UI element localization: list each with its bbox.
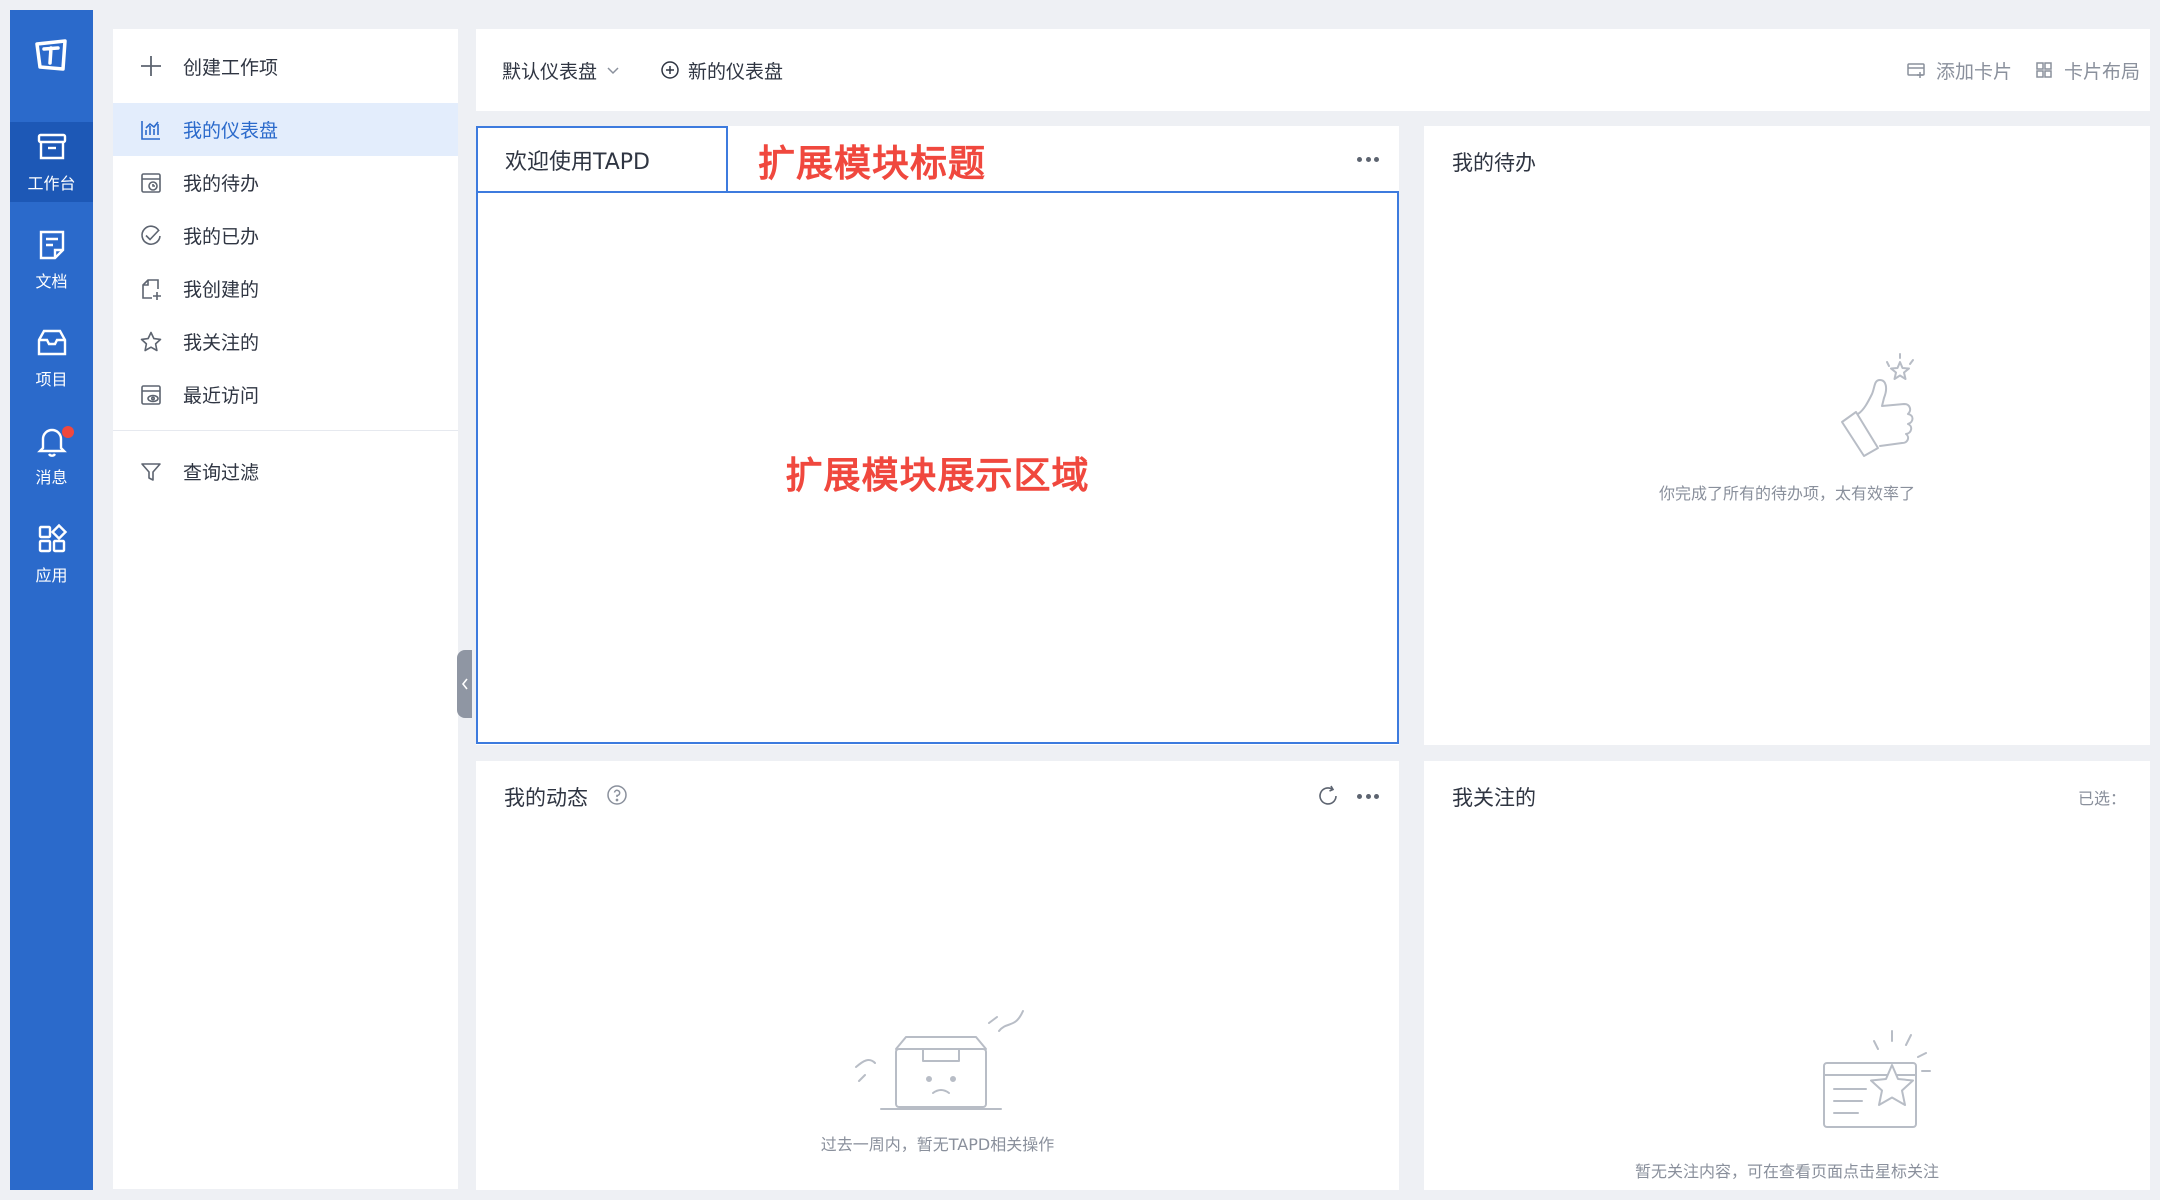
sidebar-item-recent[interactable]: 最近访问 bbox=[113, 368, 458, 421]
activity-card: 我的动态 过去一周内，暂无TAPD相关操作 bbox=[476, 761, 1399, 1190]
todo-card: 我的待办 你完成了所有的待办项，太有效率了 bbox=[1424, 126, 2150, 745]
extension-module-area-label: 扩展模块展示区域 bbox=[785, 454, 1090, 497]
plus-icon bbox=[141, 56, 161, 76]
primary-nav-rail: 工作台 文档 项目 消息 应用 bbox=[10, 10, 93, 1190]
sidebar-item-my-dashboard[interactable]: 我的仪表盘 bbox=[113, 103, 458, 156]
activity-empty-text: 过去一周内，暂无TAPD相关操作 bbox=[820, 1135, 1055, 1154]
create-workitem-label: 创建工作项 bbox=[183, 56, 279, 79]
star-board-illustration bbox=[1823, 1030, 1931, 1128]
sidebar-item-my-todo[interactable]: 我的待办 bbox=[113, 156, 458, 209]
tapd-logo-icon[interactable] bbox=[32, 36, 70, 74]
sidebar-collapse-handle[interactable] bbox=[457, 650, 472, 718]
sidebar-item-label: 查询过滤 bbox=[183, 462, 260, 484]
extension-module-area: 扩展模块展示区域 bbox=[476, 191, 1399, 744]
help-icon[interactable] bbox=[606, 784, 628, 806]
rail-label-workbench: 工作台 bbox=[27, 174, 76, 193]
card-layout-label: 卡片布局 bbox=[2064, 60, 2141, 83]
dashboard-toolbar: 默认仪表盘 新的仪表盘 添加卡片 卡片布局 bbox=[476, 29, 2150, 111]
dashboard-select-label: 默认仪表盘 bbox=[502, 60, 598, 83]
welcome-tab[interactable]: 欢迎使用TAPD bbox=[476, 126, 728, 192]
sidebar-item-query-filter[interactable]: 查询过滤 bbox=[113, 445, 458, 498]
refresh-icon[interactable] bbox=[1316, 784, 1340, 808]
new-dashboard-button[interactable]: 新的仪表盘 bbox=[660, 29, 783, 111]
created-icon bbox=[142, 278, 161, 300]
rail-item-projects[interactable]: 项目 bbox=[10, 318, 93, 398]
recent-icon bbox=[141, 384, 161, 405]
apps-icon bbox=[38, 523, 67, 553]
todo-card-title: 我的待办 bbox=[1452, 151, 1536, 175]
rail-label-docs: 文档 bbox=[35, 272, 68, 291]
layout-grid-icon bbox=[2036, 62, 2052, 78]
add-card-icon bbox=[1907, 63, 1925, 78]
sidebar-divider bbox=[113, 430, 458, 431]
todo-empty-text: 你完成了所有的待办项，太有效率了 bbox=[1658, 484, 1915, 503]
sidebar-item-my-done[interactable]: 我的已办 bbox=[113, 209, 458, 262]
activity-card-title: 我的动态 bbox=[504, 786, 588, 810]
chevron-down-icon bbox=[607, 67, 619, 75]
sidebar-item-label: 我关注的 bbox=[183, 332, 260, 354]
sidebar-item-label: 我的已办 bbox=[183, 226, 260, 248]
rail-item-workbench[interactable]: 工作台 bbox=[10, 122, 93, 202]
empty-box-illustration bbox=[855, 1010, 1024, 1110]
notification-dot bbox=[62, 426, 74, 438]
rail-label-messages: 消息 bbox=[35, 468, 68, 487]
add-card-button[interactable]: 添加卡片 bbox=[1906, 29, 2012, 111]
document-icon bbox=[39, 230, 64, 260]
rail-item-docs[interactable]: 文档 bbox=[10, 220, 93, 300]
welcome-tab-label: 欢迎使用TAPD bbox=[505, 150, 650, 175]
plus-circle-icon bbox=[661, 61, 679, 79]
add-card-label: 添加卡片 bbox=[1936, 60, 2013, 83]
new-dashboard-label: 新的仪表盘 bbox=[688, 60, 784, 83]
following-empty-text: 暂无关注内容，可在查看页面点击星标关注 bbox=[1634, 1162, 1939, 1181]
check-circle-icon bbox=[141, 224, 161, 245]
extension-module-title: 扩展模块标题 bbox=[758, 142, 986, 185]
thumbs-up-illustration bbox=[1841, 353, 1914, 457]
sidebar-item-created[interactable]: 我创建的 bbox=[113, 262, 458, 315]
rail-item-messages[interactable]: 消息 bbox=[10, 416, 93, 496]
more-icon[interactable] bbox=[1353, 786, 1383, 806]
sidebar-item-label: 我创建的 bbox=[183, 279, 260, 301]
rail-label-apps: 应用 bbox=[35, 566, 68, 585]
sidebar-item-label: 我的待办 bbox=[183, 173, 260, 195]
chart-icon bbox=[141, 120, 160, 140]
todo-icon bbox=[141, 172, 161, 193]
project-icon bbox=[37, 329, 66, 356]
workbench-sidebar: 创建工作项 我的仪表盘 我的待办 我的已办 我创建的 我关注的 最近访问 查询过… bbox=[113, 29, 458, 1189]
chevron-left-icon bbox=[461, 678, 468, 690]
filter-icon bbox=[141, 462, 161, 481]
selected-filter-label[interactable]: 已选： bbox=[2078, 785, 2126, 809]
sidebar-item-label: 最近访问 bbox=[183, 385, 260, 407]
more-icon[interactable] bbox=[1353, 149, 1383, 169]
sidebar-item-following[interactable]: 我关注的 bbox=[113, 315, 458, 368]
dashboard-select[interactable]: 默认仪表盘 bbox=[502, 29, 621, 111]
create-workitem-button[interactable]: 创建工作项 bbox=[113, 29, 458, 103]
card-layout-button[interactable]: 卡片布局 bbox=[2034, 29, 2140, 111]
workbench-icon bbox=[37, 133, 66, 160]
following-card: 我关注的 已选： 暂无关注内容，可在查看页面点击星标关注 bbox=[1424, 761, 2150, 1190]
sidebar-item-label: 我的仪表盘 bbox=[183, 120, 279, 142]
following-card-title: 我关注的 bbox=[1452, 786, 1536, 810]
rail-label-projects: 项目 bbox=[35, 370, 68, 389]
rail-item-apps[interactable]: 应用 bbox=[10, 514, 93, 594]
star-icon bbox=[140, 331, 162, 351]
